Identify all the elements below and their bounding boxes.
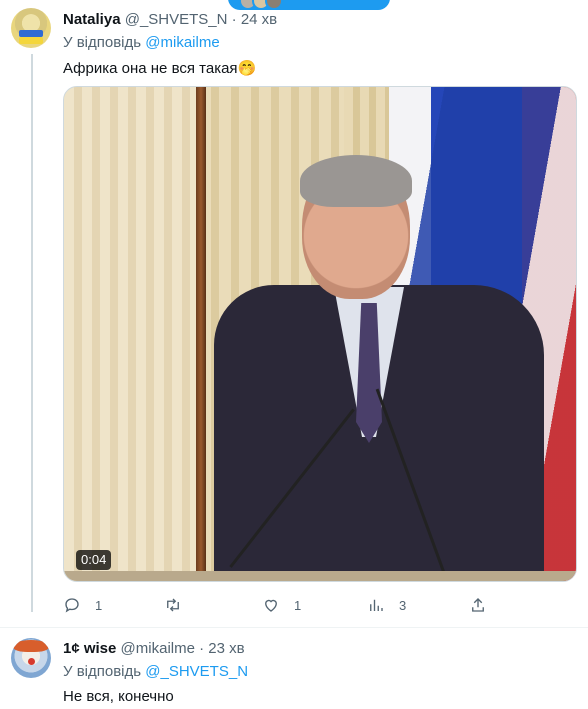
tweet-text: Не вся, конечно xyxy=(63,688,174,705)
replying-to-label: У відповідь xyxy=(63,663,142,680)
retweet-icon xyxy=(167,598,179,612)
tweet-time[interactable]: 24 хв xyxy=(241,11,277,28)
video-duration-badge: 0:04 xyxy=(76,550,112,570)
replying-to-mention[interactable]: @_SHVETS_N xyxy=(145,663,248,680)
views-icon xyxy=(370,599,383,611)
video-frame-podium xyxy=(64,571,576,581)
thread-connector-line xyxy=(31,54,33,612)
replying-to-mention[interactable]: @mikailme xyxy=(145,34,219,51)
author-handle[interactable]: @_SHVETS_N xyxy=(125,11,228,28)
avatar[interactable] xyxy=(11,638,51,678)
video-frame-curtain xyxy=(64,87,199,581)
avatar[interactable] xyxy=(11,8,51,48)
tweet-divider xyxy=(0,627,588,628)
header-separator: · xyxy=(231,11,237,28)
tweet-actions: 1 1 3 xyxy=(63,596,503,618)
video-player[interactable] xyxy=(63,86,577,582)
tweet-time[interactable]: 23 хв xyxy=(208,640,244,657)
like-button[interactable]: 1 xyxy=(262,596,301,614)
video-frame-speaker xyxy=(194,155,554,581)
share-icon xyxy=(472,598,484,612)
replying-to-label: У відповідь xyxy=(63,34,142,51)
replying-to: У відповідь @mikailme xyxy=(63,34,220,51)
new-tweets-avatars xyxy=(239,0,283,10)
reply-icon xyxy=(65,598,79,613)
header-separator: · xyxy=(199,640,205,657)
author-name[interactable]: 1¢ wise xyxy=(63,640,116,657)
reply-button[interactable]: 1 xyxy=(63,596,102,614)
views-button[interactable]: 3 xyxy=(367,596,406,614)
like-icon xyxy=(265,599,277,612)
like-count: 1 xyxy=(294,597,302,613)
views-count: 3 xyxy=(399,597,407,613)
share-button[interactable] xyxy=(469,596,487,614)
retweet-button[interactable] xyxy=(164,596,182,614)
tweet-header: Nataliya @_SHVETS_N · 24 хв xyxy=(63,11,277,28)
tweet-header: 1¢ wise @mikailme · 23 хв xyxy=(63,640,245,657)
reply-count: 1 xyxy=(95,597,103,613)
author-name[interactable]: Nataliya xyxy=(63,11,121,28)
replying-to: У відповідь @_SHVETS_N xyxy=(63,663,248,680)
author-handle[interactable]: @mikailme xyxy=(121,640,195,657)
tweet-text: Африка она не вся такая🤭 xyxy=(63,60,257,77)
